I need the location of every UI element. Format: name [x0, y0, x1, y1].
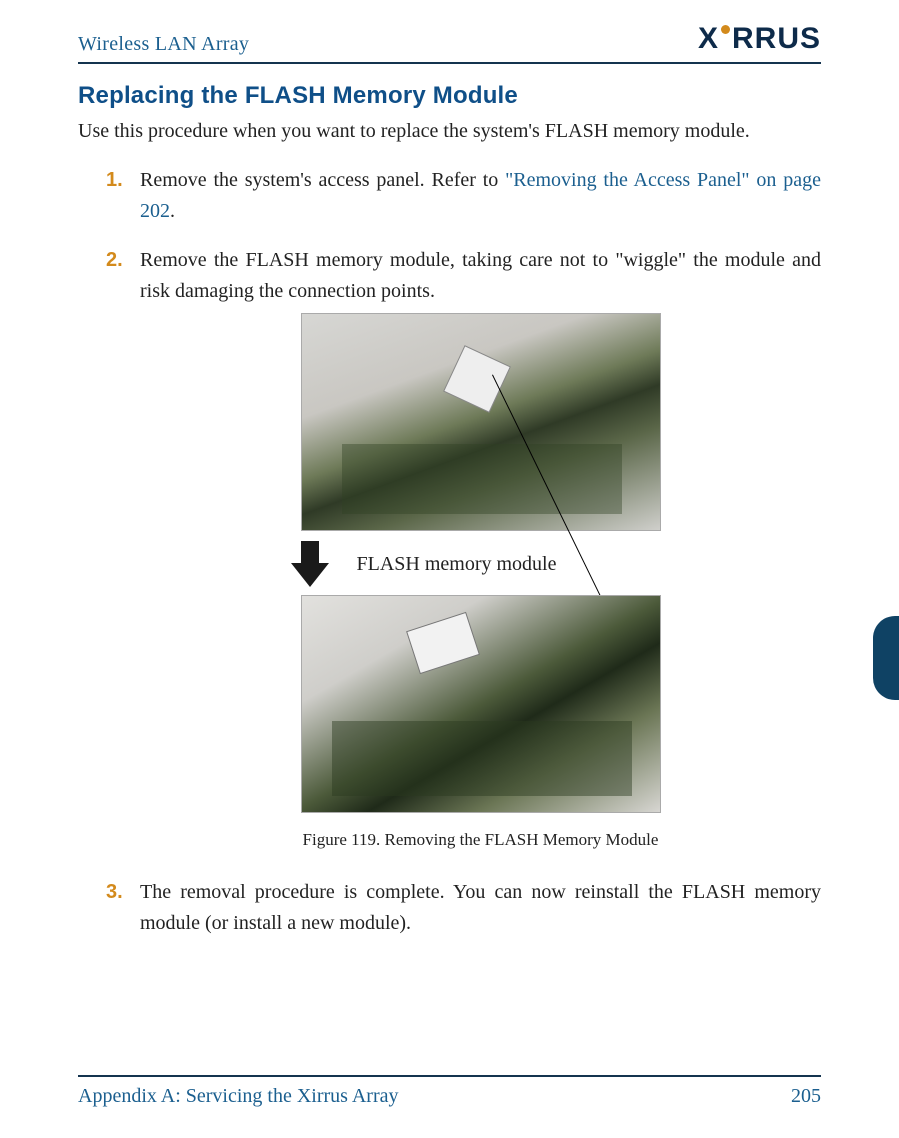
- step-text: Remove the FLASH memory module, taking c…: [140, 249, 821, 302]
- section-tab-marker: [873, 616, 899, 700]
- step-text: Remove the system's access panel. Refer …: [140, 169, 505, 191]
- header-bar: Wireless LAN Array X RRUS: [78, 22, 821, 56]
- down-arrow-icon: [291, 541, 329, 587]
- page: Wireless LAN Array X RRUS Replacing the …: [0, 0, 899, 1138]
- header-rule: [78, 62, 821, 64]
- figure-photo-top: [301, 313, 661, 531]
- step-text: The removal procedure is complete. You c…: [140, 881, 821, 934]
- footer-row: Appendix A: Servicing the Xirrus Array 2…: [78, 1085, 821, 1108]
- steps-list: 1. Remove the system's access panel. Ref…: [106, 165, 821, 939]
- footer: Appendix A: Servicing the Xirrus Array 2…: [78, 1075, 821, 1108]
- logo-text-left: X: [698, 22, 719, 56]
- figure-callout-label: FLASH memory module: [357, 549, 557, 580]
- step-number: 3.: [106, 877, 123, 908]
- document-title: Wireless LAN Array: [78, 33, 249, 56]
- step-2: 2. Remove the FLASH memory module, takin…: [106, 245, 821, 859]
- logo-text-right: RRUS: [732, 22, 821, 56]
- section-heading: Replacing the FLASH Memory Module: [78, 82, 821, 110]
- brand-logo: X RRUS: [698, 22, 821, 56]
- step-3: 3. The removal procedure is complete. Yo…: [106, 877, 821, 939]
- logo-dot-icon: [721, 25, 730, 34]
- footer-appendix: Appendix A: Servicing the Xirrus Array: [78, 1085, 399, 1108]
- footer-rule: [78, 1075, 821, 1077]
- footer-page-number: 205: [791, 1085, 821, 1108]
- step-1: 1. Remove the system's access panel. Ref…: [106, 165, 821, 227]
- intro-paragraph: Use this procedure when you want to repl…: [78, 116, 821, 147]
- figure-caption: Figure 119. Removing the FLASH Memory Mo…: [303, 827, 659, 853]
- step-number: 2.: [106, 245, 123, 276]
- step-text-after: .: [170, 200, 175, 222]
- figure-arrow-row: FLASH memory module: [201, 541, 761, 587]
- photo-placeholder-icon: [302, 314, 662, 532]
- step-number: 1.: [106, 165, 123, 196]
- photo-placeholder-icon: [302, 596, 662, 814]
- figure-photo-bottom: [301, 595, 661, 813]
- figure-block: FLASH memory module Figure 119. Removing…: [140, 313, 821, 859]
